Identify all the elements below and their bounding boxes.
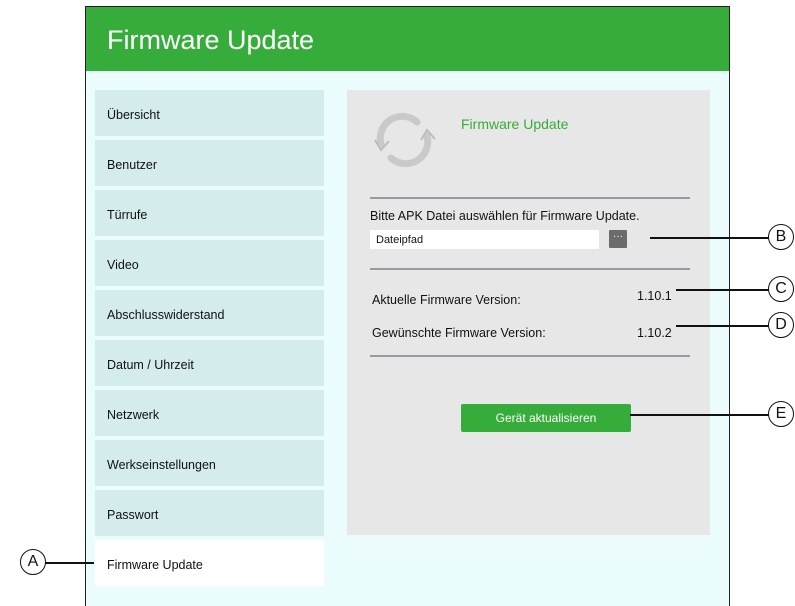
header-bar: Firmware Update [86, 7, 729, 71]
sidebar-item-firmware-update[interactable]: Firmware Update [95, 540, 324, 586]
firmware-panel: Firmware Update Bitte APK Datei auswähle… [347, 90, 710, 535]
update-device-button[interactable]: Gerät aktualisieren [461, 404, 631, 432]
desired-version-value: 1.10.2 [637, 326, 672, 340]
callout-a: A [20, 549, 46, 575]
page-title: Firmware Update [107, 25, 315, 55]
sidebar-item-date-time[interactable]: Datum / Uhrzeit [95, 340, 324, 386]
sidebar-item-video[interactable]: Video [95, 240, 324, 286]
current-version-label: Aktuelle Firmware Version: [372, 293, 521, 307]
callout-d-line [676, 325, 770, 327]
current-version-value: 1.10.1 [637, 289, 672, 303]
sidebar-item-termination[interactable]: Abschlusswiderstand [95, 290, 324, 336]
app-window: Firmware Update Übersicht Benutzer Türru… [85, 6, 730, 606]
divider [370, 197, 690, 199]
apk-select-label: Bitte APK Datei auswählen für Firmware U… [370, 209, 640, 223]
panel-title: Firmware Update [461, 116, 569, 132]
callout-b-line [650, 237, 770, 239]
divider [370, 268, 690, 270]
firmware-update-icon [374, 112, 436, 168]
sidebar-item-password[interactable]: Passwort [95, 490, 324, 536]
browse-button[interactable]: ··· [609, 230, 627, 248]
desired-version-label: Gewünschte Firmware Version: [372, 326, 546, 340]
callout-c-line [676, 289, 770, 291]
sidebar-item-door-calls[interactable]: Türrufe [95, 190, 324, 236]
sidebar-item-network[interactable]: Netzwerk [95, 390, 324, 436]
divider [370, 355, 690, 357]
sidebar-item-overview[interactable]: Übersicht [95, 90, 324, 136]
callout-e: E [768, 401, 794, 427]
callout-e-line [630, 414, 770, 416]
sidebar-item-users[interactable]: Benutzer [95, 140, 324, 186]
callout-b: B [768, 224, 794, 250]
file-path-input[interactable] [370, 230, 599, 249]
callout-d: D [768, 312, 794, 338]
sidebar-item-factory-settings[interactable]: Werkseinstellungen [95, 440, 324, 486]
callout-c: C [768, 276, 794, 302]
callout-a-line [45, 562, 94, 564]
